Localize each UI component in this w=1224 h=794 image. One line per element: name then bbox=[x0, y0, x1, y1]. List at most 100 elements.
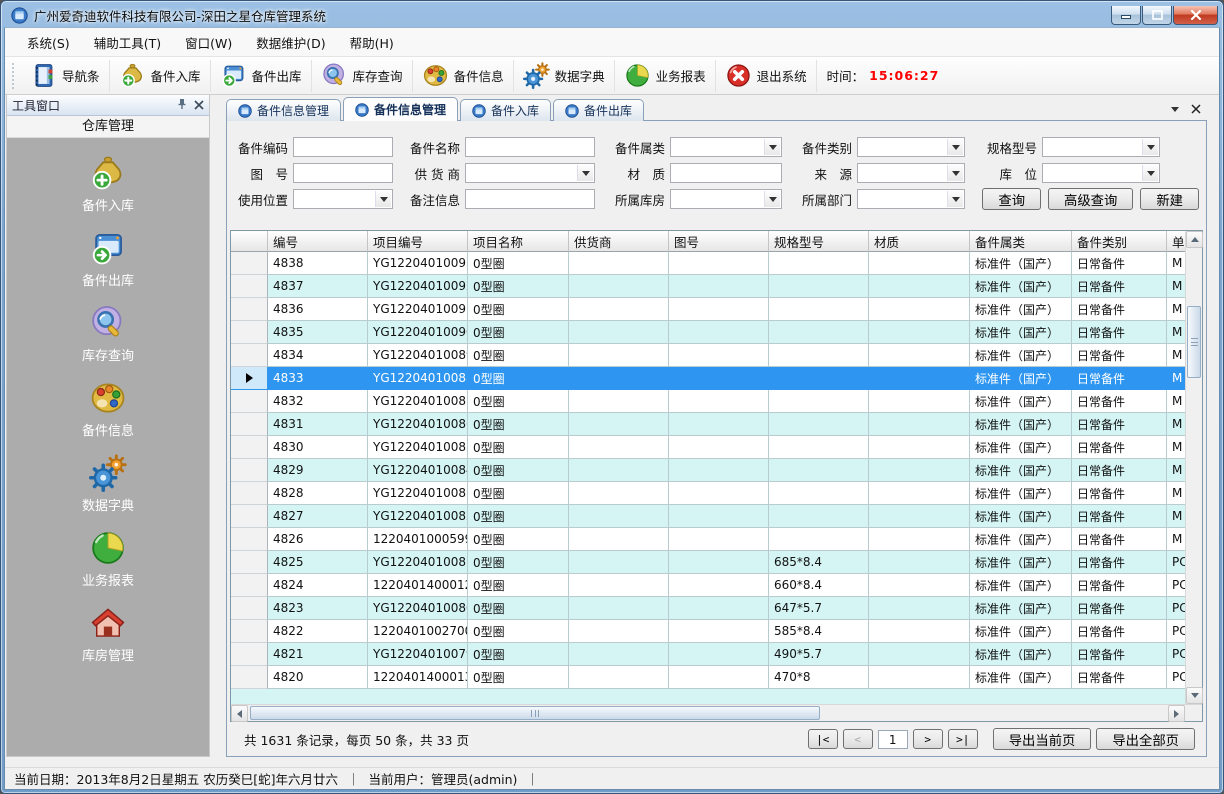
tab-close-icon[interactable] bbox=[1191, 104, 1201, 114]
cell-drawing-no[interactable] bbox=[669, 390, 769, 413]
sidebar-nav-item[interactable]: 备件入库 bbox=[7, 154, 209, 214]
cell-supplier[interactable] bbox=[569, 459, 669, 482]
table-row[interactable]: 4820 1220401400013 0型圈 470*8 标准件（国产） 日常备… bbox=[231, 666, 1185, 689]
table-row[interactable]: 4828 YG12204010083 0型圈 标准件（国产） 日常备件 M bbox=[231, 482, 1185, 505]
cell-type[interactable]: 日常备件 bbox=[1072, 551, 1167, 574]
column-header[interactable]: 单位 bbox=[1167, 231, 1185, 252]
scroll-left-button[interactable] bbox=[231, 705, 248, 722]
column-header[interactable]: 图号 bbox=[669, 231, 769, 252]
cell-material[interactable] bbox=[869, 367, 970, 390]
cell-spec[interactable] bbox=[769, 321, 869, 344]
cell-unit[interactable]: M bbox=[1167, 344, 1185, 367]
row-selector-cell[interactable] bbox=[231, 482, 268, 505]
cell-project-name[interactable]: 0型圈 bbox=[468, 551, 569, 574]
column-header[interactable]: 规格型号 bbox=[769, 231, 869, 252]
cell-project-no[interactable]: YG12204010091 bbox=[368, 298, 468, 321]
cell-unit[interactable]: M bbox=[1167, 436, 1185, 459]
cell-material[interactable] bbox=[869, 643, 970, 666]
toolbar-button[interactable]: 导航条 bbox=[21, 60, 110, 92]
horizontal-scrollbar[interactable] bbox=[231, 704, 1202, 721]
tab-list-dropdown-icon[interactable] bbox=[1171, 107, 1179, 112]
menu-item[interactable]: 辅助工具(T) bbox=[82, 28, 173, 57]
cell-project-name[interactable]: 0型圈 bbox=[468, 620, 569, 643]
cell-spec[interactable] bbox=[769, 275, 869, 298]
source-select[interactable] bbox=[857, 163, 965, 183]
next-page-button[interactable]: > bbox=[913, 729, 943, 749]
query-button[interactable]: 查询 bbox=[982, 188, 1041, 210]
cell-supplier[interactable] bbox=[569, 436, 669, 459]
cell-material[interactable] bbox=[869, 298, 970, 321]
toolbar-grip[interactable] bbox=[11, 63, 18, 89]
cell-project-no[interactable]: 1220401400012 bbox=[368, 574, 468, 597]
table-row[interactable]: 4829 YG12204010084 0型圈 标准件（国产） 日常备件 M bbox=[231, 459, 1185, 482]
department-select[interactable] bbox=[857, 189, 965, 209]
menu-item[interactable]: 系统(S) bbox=[15, 28, 82, 57]
cell-project-no[interactable]: YG12204010080 bbox=[368, 597, 468, 620]
cell-supplier[interactable] bbox=[569, 344, 669, 367]
cell-project-name[interactable]: 0型圈 bbox=[468, 413, 569, 436]
export-all-pages-button[interactable]: 导出全部页 bbox=[1096, 728, 1195, 750]
cell-drawing-no[interactable] bbox=[669, 551, 769, 574]
cell-category[interactable]: 标准件（国产） bbox=[970, 528, 1072, 551]
last-page-button[interactable]: >| bbox=[948, 729, 978, 749]
menu-item[interactable]: 窗口(W) bbox=[173, 28, 244, 57]
cell-spec[interactable] bbox=[769, 505, 869, 528]
cell-project-no[interactable]: YG12204010084 bbox=[368, 459, 468, 482]
cell-material[interactable] bbox=[869, 344, 970, 367]
cell-category[interactable]: 标准件（国产） bbox=[970, 390, 1072, 413]
cell-drawing-no[interactable] bbox=[669, 321, 769, 344]
sidebar-nav-item[interactable]: 备件出库 bbox=[7, 229, 209, 289]
cell-id[interactable]: 4834 bbox=[268, 344, 368, 367]
cell-type[interactable]: 日常备件 bbox=[1072, 482, 1167, 505]
cell-project-no[interactable]: YG12204010089 bbox=[368, 344, 468, 367]
cell-supplier[interactable] bbox=[569, 252, 669, 275]
part-name-input[interactable] bbox=[465, 137, 595, 157]
cell-drawing-no[interactable] bbox=[669, 252, 769, 275]
row-selector-cell[interactable] bbox=[231, 413, 268, 436]
cell-material[interactable] bbox=[869, 597, 970, 620]
pin-icon[interactable] bbox=[177, 98, 187, 112]
column-header[interactable]: 项目编号 bbox=[368, 231, 468, 252]
cell-supplier[interactable] bbox=[569, 643, 669, 666]
cell-material[interactable] bbox=[869, 551, 970, 574]
table-row[interactable]: 4821 YG12204010079 0型圈 490*5.7 标准件（国产） 日… bbox=[231, 643, 1185, 666]
cell-drawing-no[interactable] bbox=[669, 436, 769, 459]
cell-material[interactable] bbox=[869, 413, 970, 436]
row-selector-cell[interactable] bbox=[231, 252, 268, 275]
cell-category[interactable]: 标准件（国产） bbox=[970, 436, 1072, 459]
cell-unit[interactable]: M bbox=[1167, 390, 1185, 413]
cell-category[interactable]: 标准件（国产） bbox=[970, 367, 1072, 390]
cell-material[interactable] bbox=[869, 436, 970, 459]
maximize-button[interactable] bbox=[1142, 6, 1172, 25]
cell-project-no[interactable]: YG12204010093 bbox=[368, 252, 468, 275]
cell-id[interactable]: 4829 bbox=[268, 459, 368, 482]
column-header[interactable] bbox=[231, 231, 268, 252]
cell-id[interactable]: 4838 bbox=[268, 252, 368, 275]
cell-type[interactable]: 日常备件 bbox=[1072, 436, 1167, 459]
cell-type[interactable]: 日常备件 bbox=[1072, 643, 1167, 666]
usage-position-select[interactable] bbox=[293, 189, 393, 209]
cell-id[interactable]: 4821 bbox=[268, 643, 368, 666]
cell-project-no[interactable]: YG12204010079 bbox=[368, 643, 468, 666]
cell-id[interactable]: 4822 bbox=[268, 620, 368, 643]
column-header[interactable]: 备件属类 bbox=[970, 231, 1072, 252]
cell-id[interactable]: 4832 bbox=[268, 390, 368, 413]
part-code-input[interactable] bbox=[293, 137, 393, 157]
row-selector-cell[interactable] bbox=[231, 620, 268, 643]
table-row[interactable]: 4824 1220401400012 0型圈 660*8.4 标准件（国产） 日… bbox=[231, 574, 1185, 597]
column-header[interactable]: 项目名称 bbox=[468, 231, 569, 252]
cell-drawing-no[interactable] bbox=[669, 459, 769, 482]
table-row[interactable]: 4833 YG12204010088 0型圈 标准件（国产） 日常备件 M bbox=[231, 367, 1185, 390]
row-selector-cell[interactable] bbox=[231, 367, 268, 390]
horizontal-scroll-thumb[interactable] bbox=[250, 706, 820, 720]
toolbar-button[interactable]: 数据字典 bbox=[514, 60, 615, 92]
cell-category[interactable]: 标准件（国产） bbox=[970, 620, 1072, 643]
sidebar-nav-item[interactable]: 备件信息 bbox=[7, 379, 209, 439]
cell-unit[interactable]: PC bbox=[1167, 643, 1185, 666]
cell-material[interactable] bbox=[869, 505, 970, 528]
cell-type[interactable]: 日常备件 bbox=[1072, 505, 1167, 528]
cell-spec[interactable]: 490*5.7 bbox=[769, 643, 869, 666]
cell-category[interactable]: 标准件（国产） bbox=[970, 574, 1072, 597]
cell-type[interactable]: 日常备件 bbox=[1072, 459, 1167, 482]
scroll-up-button[interactable] bbox=[1186, 231, 1203, 248]
